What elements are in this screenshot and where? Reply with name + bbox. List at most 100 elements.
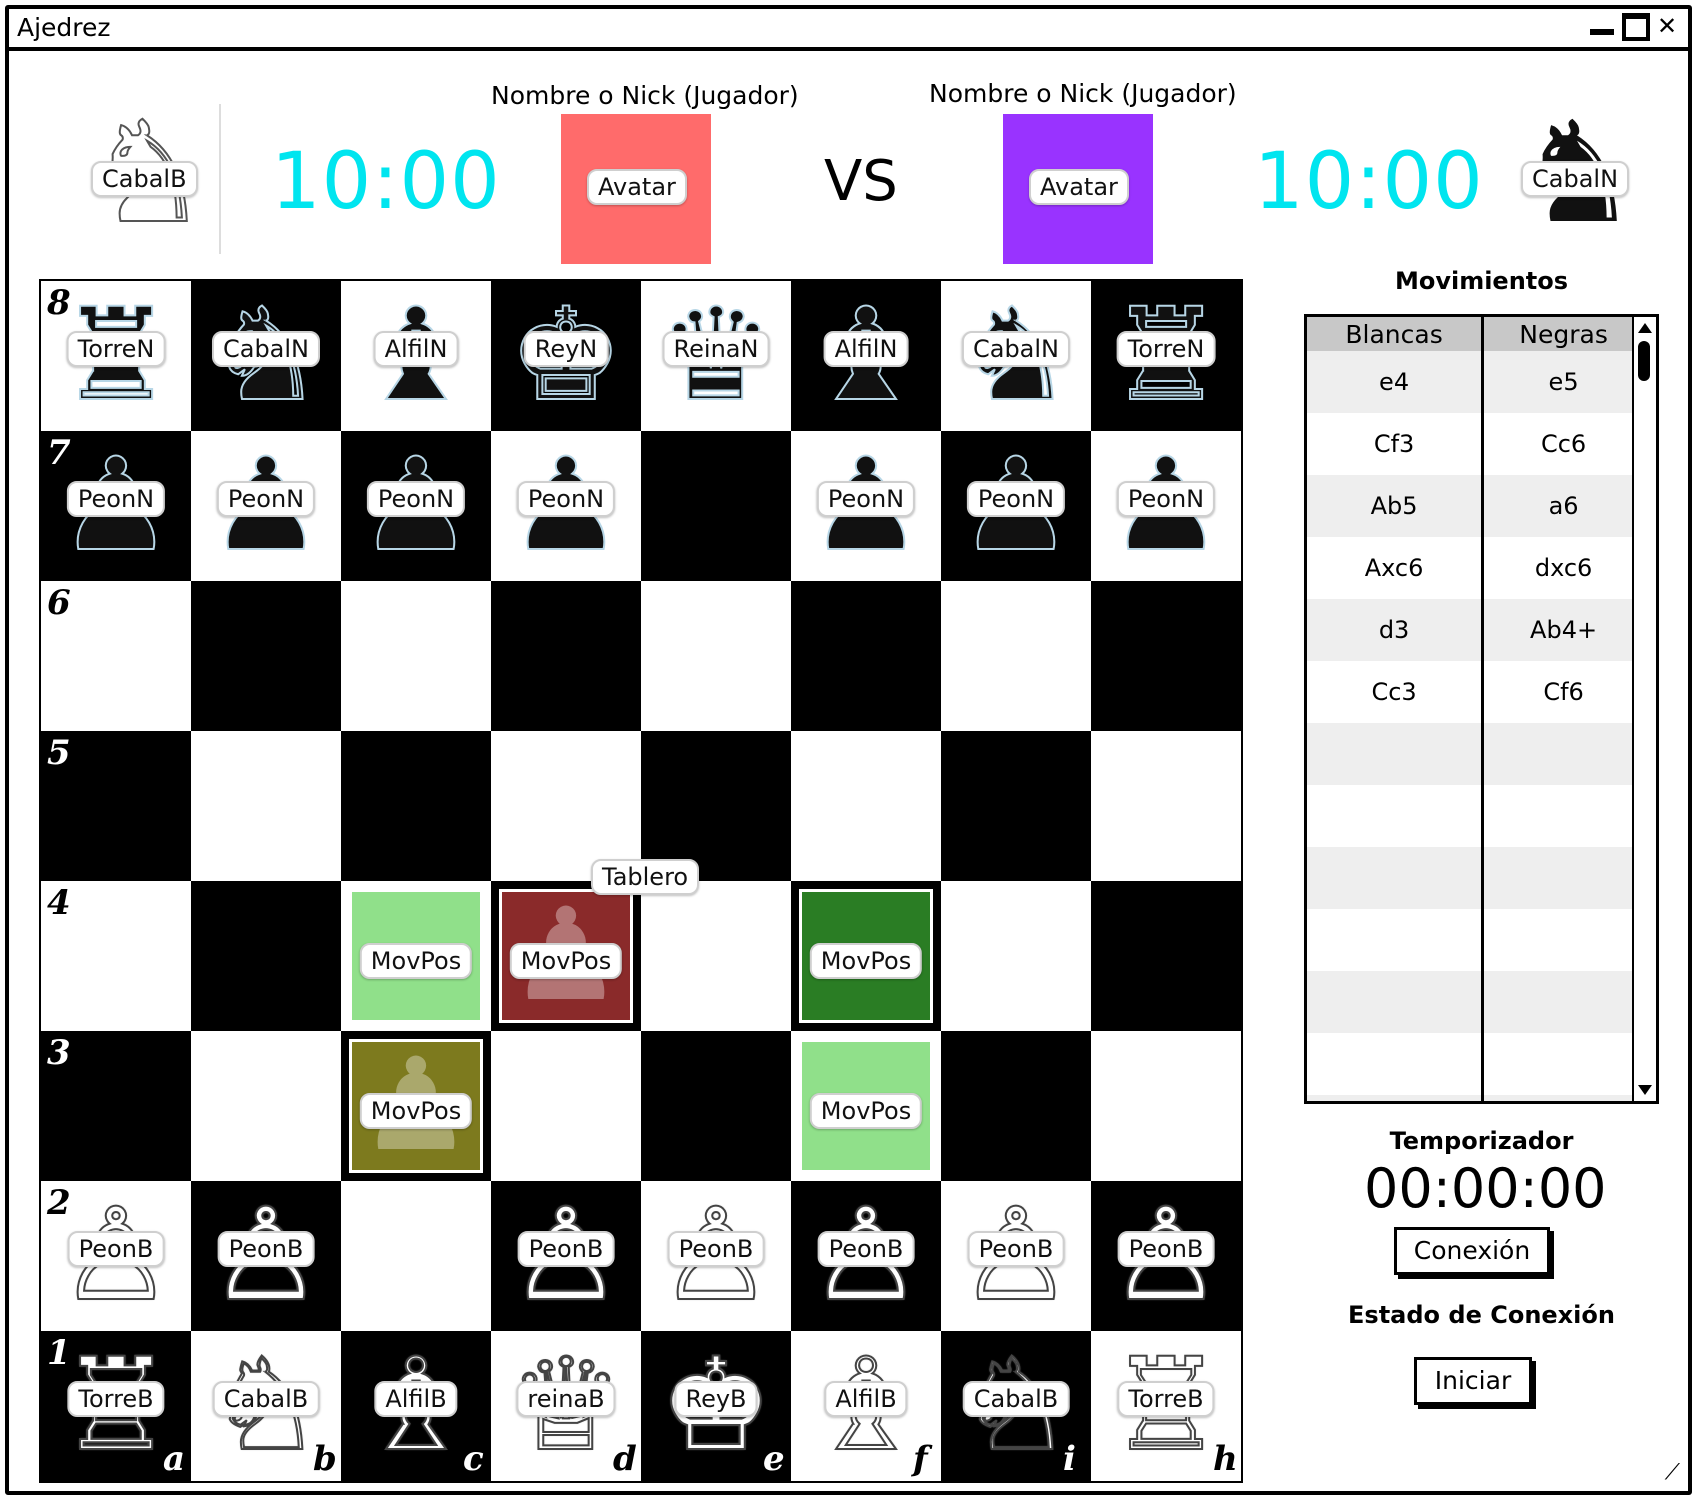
- minimize-button[interactable]: [1590, 13, 1616, 39]
- moves-table: Blancas Negras e4 e5 Cf3 Cc6 Ab5 a6 Axc6 dxc6 d3…: [1307, 317, 1643, 1101]
- square[interactable]: ♝AlfilN: [791, 280, 941, 431]
- player2-name: Nombre o Nick (Jugador): [929, 79, 1237, 108]
- square[interactable]: [491, 581, 641, 731]
- black-move-cell: a6: [1482, 475, 1643, 537]
- square[interactable]: ♟PeonN: [191, 430, 341, 581]
- square[interactable]: ♙PeonB: [941, 1180, 1091, 1331]
- square[interactable]: [1091, 1031, 1241, 1181]
- square[interactable]: [191, 881, 341, 1031]
- square[interactable]: ♙PeonB: [791, 1180, 941, 1331]
- square[interactable]: [341, 581, 491, 731]
- move-row[interactable]: [1307, 847, 1643, 909]
- game-clock: 00:00:00: [1364, 1157, 1607, 1220]
- square[interactable]: [791, 581, 941, 731]
- square[interactable]: [941, 581, 1091, 731]
- white-move-cell: [1307, 1033, 1485, 1095]
- piece-label: PeonN: [66, 481, 166, 517]
- move-row[interactable]: Cf3 Cc6: [1307, 413, 1643, 475]
- piece-label: MovPos: [359, 943, 473, 979]
- square[interactable]: ♚ReyN: [491, 280, 641, 431]
- move-row[interactable]: [1307, 1033, 1643, 1095]
- square[interactable]: ♟PeonN: [1091, 430, 1241, 581]
- square[interactable]: [1091, 731, 1241, 881]
- square[interactable]: ♟PeonN: [941, 430, 1091, 581]
- black-move-cell: [1482, 723, 1643, 785]
- piece-label: AlfilN: [823, 331, 909, 367]
- piece-label: PeonN: [816, 481, 916, 517]
- black-move-cell: Cf6: [1482, 661, 1643, 723]
- move-row[interactable]: d3 Ab4+: [1307, 599, 1643, 661]
- move-row[interactable]: [1307, 909, 1643, 971]
- square[interactable]: [641, 581, 791, 731]
- file-label: h: [1213, 1439, 1238, 1479]
- square[interactable]: [491, 1031, 641, 1181]
- square[interactable]: [191, 581, 341, 731]
- white-move-cell: Ab5: [1307, 475, 1485, 537]
- white-move-cell: Axc6: [1307, 537, 1485, 599]
- square[interactable]: [791, 731, 941, 881]
- move-row[interactable]: [1307, 723, 1643, 785]
- move-row[interactable]: [1307, 1095, 1643, 1101]
- square[interactable]: ♟PeonN: [791, 430, 941, 581]
- scroll-down-icon[interactable]: [1638, 1085, 1652, 1095]
- black-move-cell: [1482, 909, 1643, 971]
- scroll-up-icon[interactable]: [1638, 323, 1652, 333]
- white-move-cell: [1307, 1095, 1485, 1101]
- versus-label: VS: [824, 149, 898, 214]
- resize-grip-icon[interactable]: ⟋: [1665, 1460, 1680, 1485]
- square[interactable]: [341, 731, 491, 881]
- square[interactable]: [1091, 881, 1241, 1031]
- square[interactable]: [191, 731, 341, 881]
- file-label: c: [463, 1439, 484, 1479]
- square[interactable]: [941, 1031, 1091, 1181]
- square[interactable]: ♙PeonB: [1091, 1180, 1241, 1331]
- square[interactable]: MovPos: [341, 881, 491, 1031]
- move-row[interactable]: e4 e5: [1307, 351, 1643, 413]
- square[interactable]: [191, 1031, 341, 1181]
- black-move-cell: [1482, 785, 1643, 847]
- square[interactable]: [1091, 581, 1241, 731]
- square[interactable]: ♞CabalN: [941, 280, 1091, 431]
- file-label: f: [913, 1439, 928, 1479]
- square[interactable]: [641, 431, 791, 581]
- square[interactable]: ♜TorreN: [1091, 280, 1241, 431]
- square[interactable]: [341, 1181, 491, 1331]
- move-row[interactable]: [1307, 971, 1643, 1033]
- connection-button[interactable]: Conexión: [1394, 1227, 1550, 1275]
- piece-label: MovPos: [809, 1093, 923, 1129]
- square[interactable]: [641, 1031, 791, 1181]
- square[interactable]: ♙PeonB: [491, 1180, 641, 1331]
- square[interactable]: ♞CabalN: [191, 280, 341, 431]
- square[interactable]: ♙PeonB: [641, 1180, 791, 1331]
- maximize-icon: [1622, 13, 1650, 41]
- piece-label: PeonB: [1117, 1231, 1215, 1267]
- piece-label: AlfilB: [374, 1381, 458, 1417]
- square[interactable]: [941, 731, 1091, 881]
- move-row[interactable]: Ab5 a6: [1307, 475, 1643, 537]
- scroll-thumb[interactable]: [1638, 341, 1650, 381]
- move-row[interactable]: Axc6 dxc6: [1307, 537, 1643, 599]
- square[interactable]: ♛ReinaN: [641, 280, 791, 431]
- rank-label: 1: [47, 1333, 71, 1373]
- maximize-button[interactable]: [1622, 13, 1650, 41]
- square[interactable]: ♟MovPos: [491, 881, 641, 1031]
- moves-scrollbar[interactable]: [1632, 317, 1656, 1101]
- piece-label: ReinaN: [662, 331, 770, 367]
- square[interactable]: ♝AlfilN: [341, 280, 491, 431]
- piece-label: AlfilN: [373, 331, 459, 367]
- move-row[interactable]: Cc3 Cf6: [1307, 661, 1643, 723]
- square[interactable]: ♟PeonN: [491, 430, 641, 581]
- piece-label: MovPos: [809, 943, 923, 979]
- move-row[interactable]: [1307, 785, 1643, 847]
- square[interactable]: ♙PeonB: [191, 1180, 341, 1331]
- square[interactable]: ♟MovPos: [341, 1031, 491, 1181]
- piece-label: PeonN: [1116, 481, 1216, 517]
- square[interactable]: MovPos: [791, 1031, 941, 1181]
- square[interactable]: [641, 881, 791, 1031]
- start-button[interactable]: Iniciar: [1414, 1357, 1532, 1405]
- moves-list[interactable]: Blancas Negras e4 e5 Cf3 Cc6 Ab5 a6 Axc6 dxc6 d3…: [1304, 314, 1659, 1104]
- close-button[interactable]: ✕: [1654, 13, 1680, 39]
- square[interactable]: [941, 881, 1091, 1031]
- square[interactable]: ♟PeonN: [341, 430, 491, 581]
- square[interactable]: MovPos: [791, 881, 941, 1031]
